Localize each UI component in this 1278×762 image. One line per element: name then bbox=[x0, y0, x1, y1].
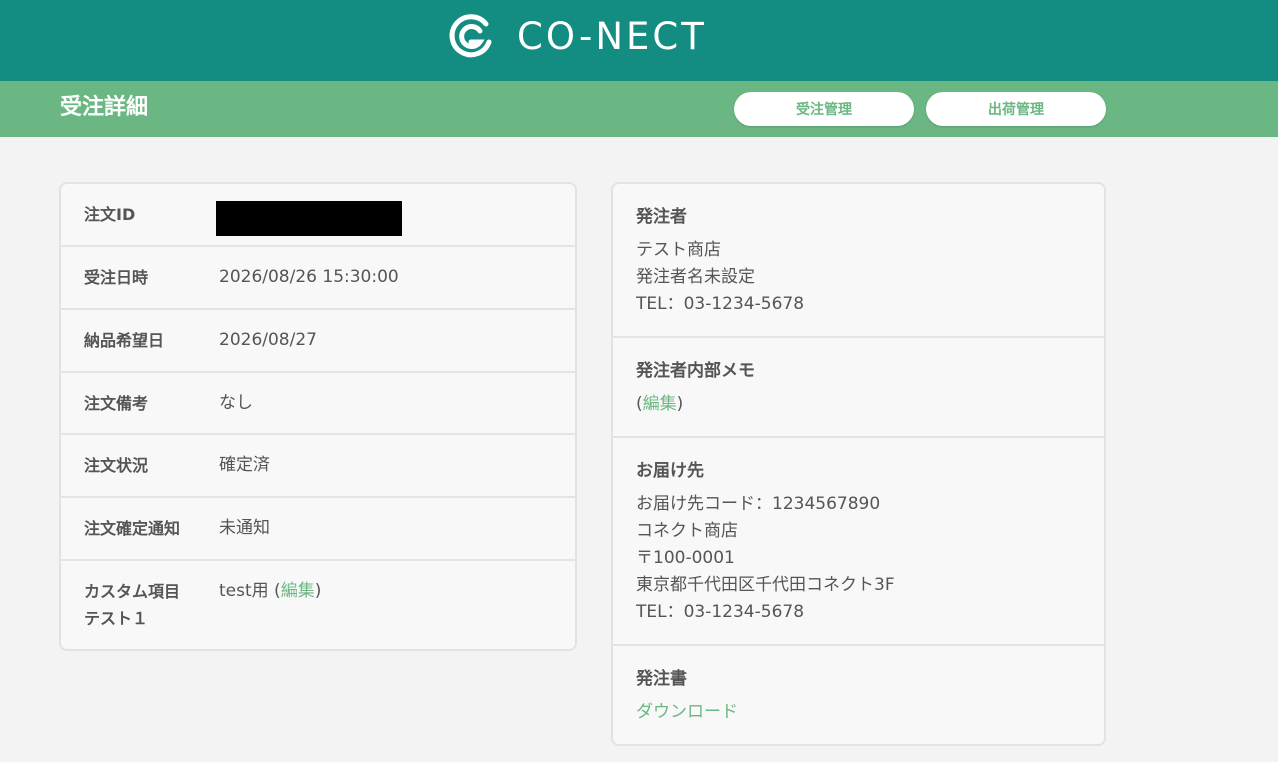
delivery-line: コネクト商店 bbox=[636, 521, 738, 541]
order-id-row: 注文ID bbox=[61, 184, 575, 247]
order-notification-label: 注文確定通知 bbox=[84, 519, 181, 538]
memo-edit-link[interactable]: 編集 bbox=[643, 394, 677, 414]
order-id-redacted bbox=[216, 201, 402, 236]
order-datetime-row: 受注日時 2026/08/26 15:30:00 bbox=[61, 247, 575, 310]
delivery-line: 東京都千代田区千代田コネクト3F bbox=[636, 575, 895, 595]
order-datetime-value: 2026/08/26 15:30:00 bbox=[219, 267, 399, 287]
purchase-order-section: 発注書 ダウンロード bbox=[613, 646, 1104, 744]
logo-text: CO-NECT bbox=[517, 14, 707, 58]
delivery-line: お届け先コード：1234567890 bbox=[636, 494, 881, 514]
order-note-value: なし bbox=[219, 393, 253, 413]
order-info-card: 注文ID 受注日時 2026/08/26 15:30:00 納品希望日 2026… bbox=[59, 182, 577, 651]
orderer-line: 発注者名未設定 bbox=[636, 267, 755, 287]
custom-field-label-line1: カスタム項目 bbox=[84, 582, 181, 601]
delivery-date-label: 納品希望日 bbox=[84, 331, 165, 350]
orderer-section: 発注者 テスト商店 発注者名未設定 TEL：03-1234-5678 bbox=[613, 184, 1104, 338]
delivery-date-row: 納品希望日 2026/08/27 bbox=[61, 310, 575, 373]
order-notification-row: 注文確定通知 未通知 bbox=[61, 498, 575, 561]
custom-field-value: test用 (編集) bbox=[219, 581, 322, 601]
delivery-lines: お届け先コード：1234567890 コネクト商店 〒100-0001 東京都千… bbox=[636, 491, 895, 626]
memo-heading: 発注者内部メモ bbox=[636, 361, 755, 381]
custom-field-label-line2: テスト１ bbox=[84, 609, 149, 628]
logo[interactable]: CO-NECT bbox=[447, 12, 707, 60]
delivery-line: TEL：03-1234-5678 bbox=[636, 602, 805, 622]
custom-field-label: カスタム項目 テスト１ bbox=[84, 578, 180, 632]
conect-logo-icon bbox=[449, 14, 492, 58]
orderer-lines: テスト商店 発注者名未設定 TEL：03-1234-5678 bbox=[636, 237, 804, 318]
purchase-order-heading: 発注書 bbox=[636, 669, 687, 689]
delivery-heading: お届け先 bbox=[636, 461, 704, 481]
orderer-heading: 発注者 bbox=[636, 207, 687, 227]
purchase-order-download-link[interactable]: ダウンロード bbox=[636, 699, 738, 726]
order-status-value: 確定済 bbox=[219, 455, 270, 475]
memo-edit-line: (編集) bbox=[636, 394, 684, 414]
top-header: CO-NECT bbox=[0, 0, 1278, 81]
custom-field-value-text: test用 bbox=[219, 581, 269, 601]
delivery-line: 〒100-0001 bbox=[636, 548, 735, 568]
order-status-label: 注文状況 bbox=[84, 456, 149, 475]
order-management-button[interactable]: 受注管理 bbox=[734, 92, 914, 126]
custom-field-row: カスタム項目 テスト１ test用 (編集) bbox=[61, 561, 575, 649]
order-notification-value: 未通知 bbox=[219, 518, 270, 538]
memo-section: 発注者内部メモ (編集) bbox=[613, 338, 1104, 438]
order-datetime-label: 受注日時 bbox=[84, 268, 149, 287]
order-id-label: 注文ID bbox=[84, 205, 136, 224]
orderer-info-card: 発注者 テスト商店 発注者名未設定 TEL：03-1234-5678 発注者内部… bbox=[611, 182, 1106, 746]
orderer-line: テスト商店 bbox=[636, 240, 721, 260]
shipping-management-button[interactable]: 出荷管理 bbox=[926, 92, 1106, 126]
order-note-label: 注文備考 bbox=[84, 394, 149, 413]
orderer-line: TEL：03-1234-5678 bbox=[636, 294, 805, 314]
order-status-row: 注文状況 確定済 bbox=[61, 435, 575, 498]
delivery-section: お届け先 お届け先コード：1234567890 コネクト商店 〒100-0001… bbox=[613, 438, 1104, 646]
order-note-row: 注文備考 なし bbox=[61, 373, 575, 435]
memo-lines: (編集) bbox=[636, 391, 683, 418]
page-title: 受注詳細 bbox=[60, 95, 149, 120]
purchase-order-lines: ダウンロード bbox=[636, 699, 738, 726]
delivery-date-value: 2026/08/27 bbox=[219, 330, 317, 350]
custom-field-edit-link[interactable]: 編集 bbox=[281, 581, 315, 601]
